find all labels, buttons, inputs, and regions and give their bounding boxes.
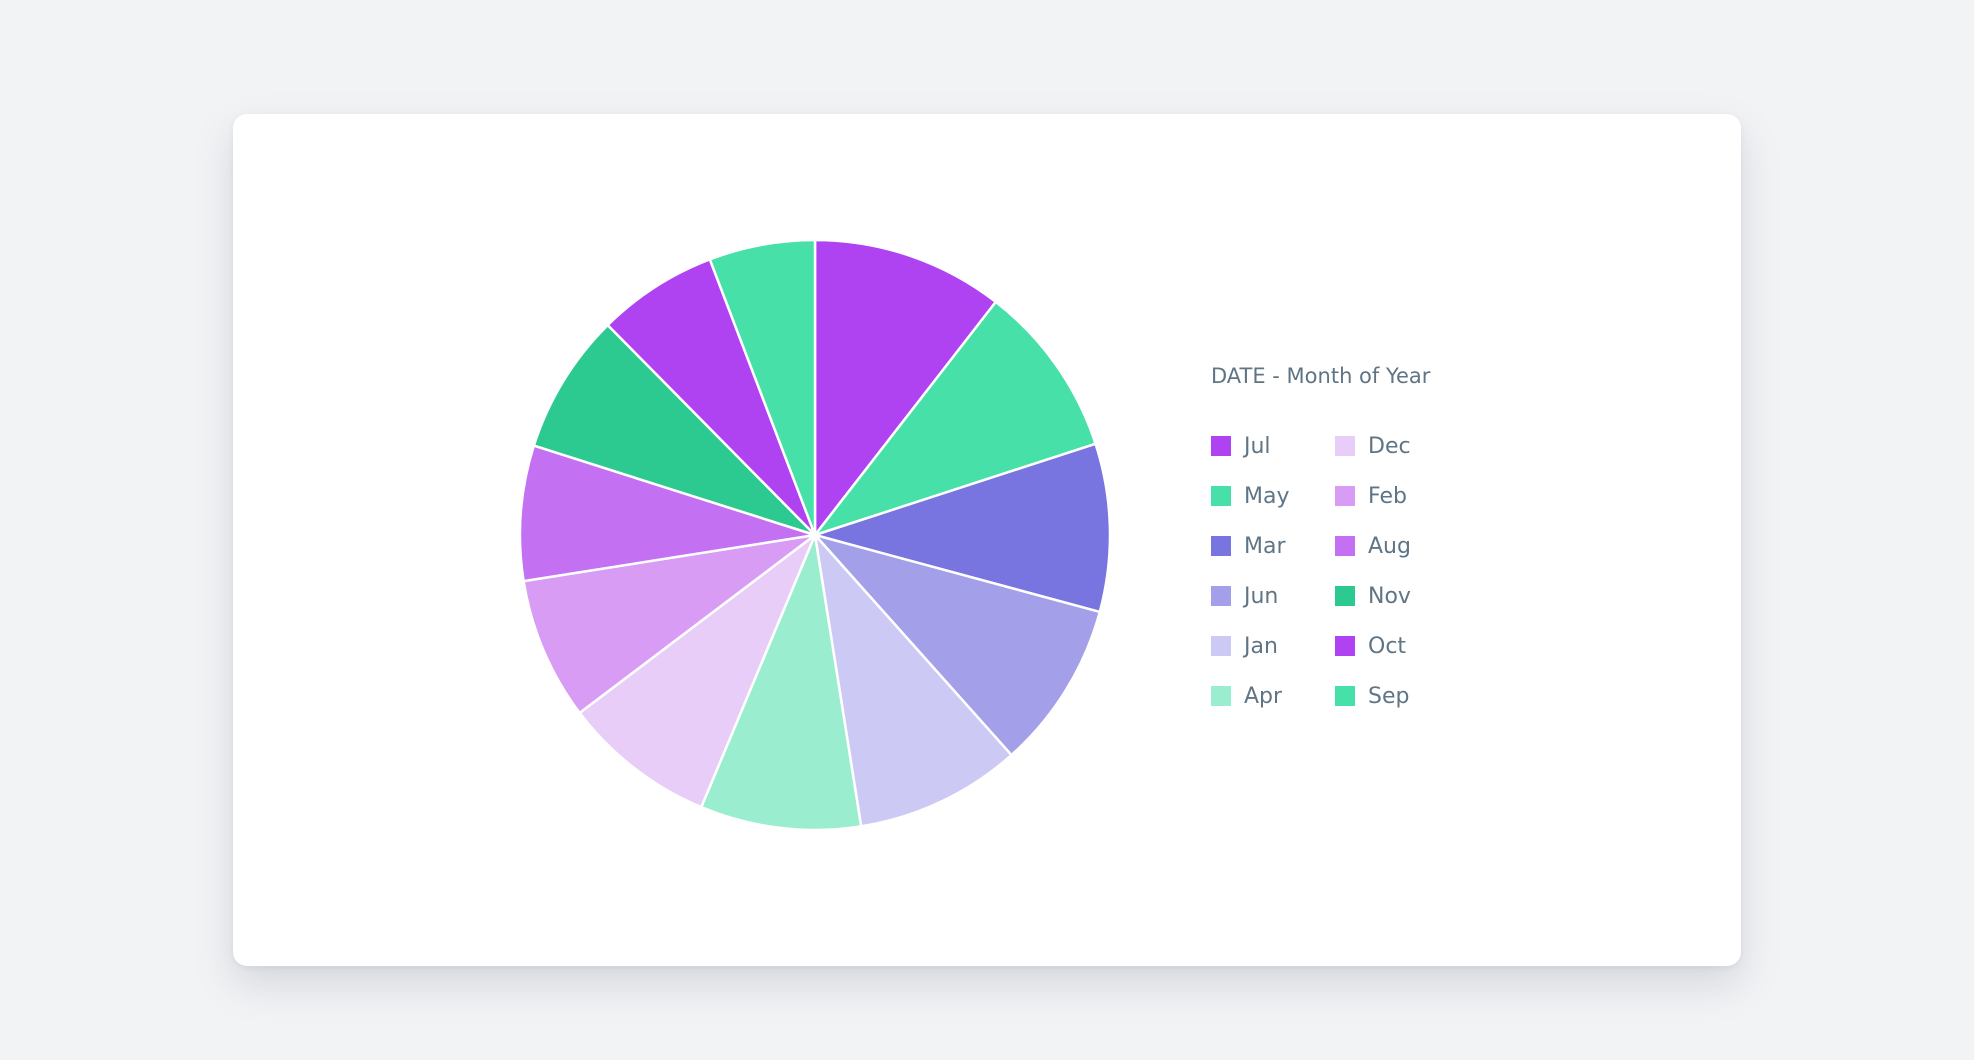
legend-swatch [1211,436,1231,456]
legend-label: Nov [1368,583,1411,609]
legend-item-sep[interactable]: Sep [1335,682,1409,710]
legend-label: Mar [1244,533,1286,559]
legend-item-jun[interactable]: Jun [1211,582,1278,610]
legend-label: Feb [1368,483,1407,509]
legend-item-oct[interactable]: Oct [1335,632,1406,660]
legend-item-aug[interactable]: Aug [1335,532,1411,560]
legend-swatch [1335,586,1355,606]
pie-chart [518,238,1112,832]
legend-item-apr[interactable]: Apr [1211,682,1282,710]
legend-title: DATE - Month of Year [1211,364,1431,388]
legend-label: Jul [1244,433,1271,459]
legend-item-jan[interactable]: Jan [1211,632,1278,660]
legend-swatch [1335,686,1355,706]
legend-swatch [1211,636,1231,656]
legend-item-nov[interactable]: Nov [1335,582,1411,610]
legend-item-may[interactable]: May [1211,482,1289,510]
legend-label: Jun [1244,583,1279,609]
legend-item-dec[interactable]: Dec [1335,432,1411,460]
legend-swatch [1335,636,1355,656]
legend-label: Dec [1368,433,1411,459]
legend-label: Apr [1244,683,1283,709]
legend-label: Sep [1368,683,1410,709]
legend-label: Oct [1368,633,1407,659]
legend-swatch [1335,486,1355,506]
legend-item-jul[interactable]: Jul [1211,432,1271,460]
legend-swatch [1335,536,1355,556]
legend-swatch [1211,586,1231,606]
legend-swatch [1335,436,1355,456]
legend-label: Aug [1368,533,1411,559]
legend-label: Jan [1244,633,1278,659]
legend-label: May [1244,483,1290,509]
legend-item-feb[interactable]: Feb [1335,482,1407,510]
legend-item-mar[interactable]: Mar [1211,532,1286,560]
legend-swatch [1211,486,1231,506]
legend-swatch [1211,536,1231,556]
legend-swatch [1211,686,1231,706]
